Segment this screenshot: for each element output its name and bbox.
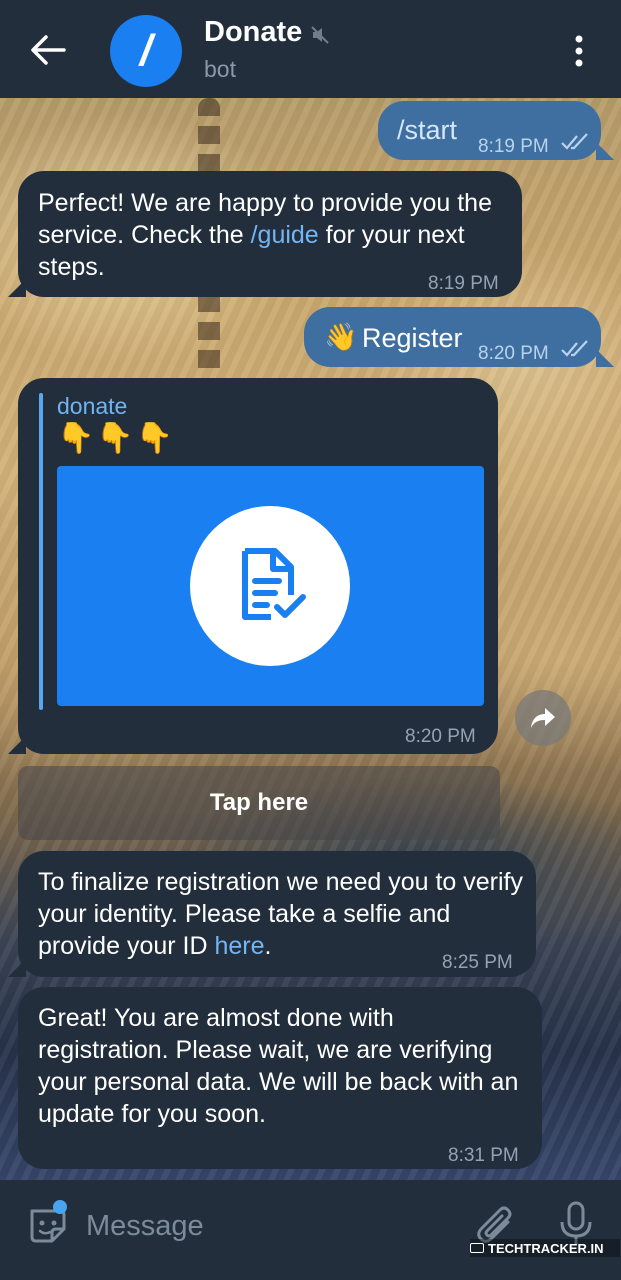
pointing-down-emoji: 👇👇👇	[57, 422, 176, 455]
incoming-message[interactable]: Great! You are almost done with registra…	[18, 987, 542, 1169]
double-check-icon	[561, 133, 588, 150]
watermark: TECHTRACKER.IN	[470, 1239, 620, 1257]
message-text: Great! You are almost done with registra…	[38, 1004, 519, 1128]
here-link[interactable]: here	[214, 932, 264, 960]
guide-link[interactable]: /guide	[251, 221, 319, 249]
avatar-glyph: /	[139, 26, 153, 75]
watermark-text: TECHTRACKER.IN	[488, 1240, 604, 1256]
watermark-logo-icon	[470, 1243, 484, 1253]
avatar[interactable]: /	[110, 15, 182, 87]
message-time: 8:20 PM	[478, 343, 549, 364]
message-time: 8:19 PM	[478, 136, 549, 157]
message-time: 8:20 PM	[405, 726, 476, 747]
outgoing-message[interactable]: /start 8:19 PM	[378, 101, 601, 160]
link-preview-image[interactable]	[57, 466, 484, 706]
preview-icon-circle	[190, 506, 350, 666]
incoming-message[interactable]: Perfect! We are happy to provide you the…	[18, 171, 522, 297]
message-text: Register	[362, 323, 463, 353]
quote-bar	[39, 393, 43, 710]
incoming-message[interactable]: To finalize registration we need you to …	[18, 851, 536, 977]
chat-subtitle: bot	[204, 56, 236, 82]
back-arrow-icon[interactable]	[28, 32, 68, 68]
double-check-icon	[561, 340, 588, 357]
forward-arrow-icon	[531, 708, 555, 728]
document-check-icon	[242, 548, 306, 620]
quote-sender: donate	[57, 393, 128, 419]
message-time: 8:19 PM	[428, 273, 499, 294]
message-input[interactable]	[86, 1204, 446, 1248]
more-options-icon[interactable]	[568, 34, 590, 68]
muted-speaker-icon	[311, 26, 329, 44]
wave-emoji: 👋	[324, 322, 358, 352]
share-button[interactable]	[515, 690, 571, 746]
chat-header: / Donate bot	[0, 0, 621, 98]
message-text: /start	[397, 115, 458, 145]
message-time: 8:25 PM	[442, 952, 513, 973]
tap-here-button[interactable]: Tap here	[18, 766, 500, 840]
chat-title[interactable]: Donate	[204, 16, 302, 49]
message-text-part: .	[264, 932, 272, 960]
message-composer	[0, 1180, 621, 1280]
outgoing-message[interactable]: 👋 Register 8:20 PM	[304, 307, 601, 367]
message-time: 8:31 PM	[448, 1145, 519, 1166]
notification-dot	[53, 1200, 67, 1214]
